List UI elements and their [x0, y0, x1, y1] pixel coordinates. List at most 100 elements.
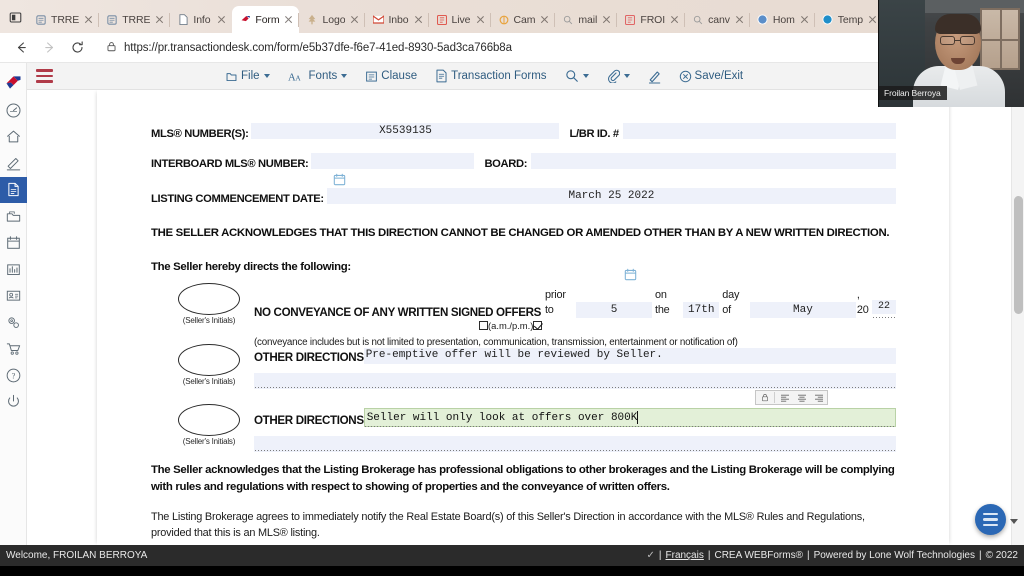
close-icon[interactable]	[669, 14, 680, 25]
sidebar-item-dashboard[interactable]	[0, 97, 27, 124]
browser-tab-title: TRRE	[122, 13, 151, 26]
toolbar-item-clause[interactable]: Clause	[365, 70, 417, 83]
browser-tab[interactable]: Inbo	[364, 6, 428, 33]
close-icon[interactable]	[734, 14, 745, 25]
sidebar-item-signature[interactable]	[0, 150, 27, 177]
board-label: BOARD:	[484, 158, 528, 170]
webcam-overlay[interactable]: Froilan Berroya	[878, 0, 1024, 107]
toolbar-item-file[interactable]: File	[225, 70, 270, 83]
commencement-date-field[interactable]: March 25 2022	[326, 188, 896, 204]
quick-menu-button[interactable]	[975, 504, 1006, 535]
toolbar-item-transaction-forms[interactable]: Transaction Forms	[435, 69, 547, 83]
browser-tab[interactable]: TRRE	[28, 6, 99, 33]
clause-1-on-the: on the	[655, 289, 670, 317]
seller-initials-oval-2[interactable]	[178, 344, 240, 376]
browser-tab[interactable]: canv	[684, 6, 750, 33]
close-icon[interactable]	[799, 14, 810, 25]
lbr-id-field[interactable]	[622, 123, 896, 139]
chevron-down-icon[interactable]	[263, 74, 270, 78]
seller-initials-caption-1: (Seller's Initials)	[182, 316, 236, 325]
clause-1-month-field[interactable]: May	[749, 301, 856, 318]
close-icon[interactable]	[601, 14, 612, 25]
close-icon[interactable]	[475, 14, 486, 25]
chevron-down-icon[interactable]	[341, 74, 348, 78]
sidebar-item-contacts[interactable]	[0, 283, 27, 310]
status-sep-4: |	[978, 550, 982, 561]
close-icon[interactable]	[283, 14, 294, 25]
toolbar-item-attachment[interactable]	[607, 69, 630, 83]
clause-2-field[interactable]: Pre-emptive offer will be reviewed by Se…	[363, 348, 896, 364]
mls-number-field[interactable]: X5539135	[251, 123, 560, 139]
align-center-icon[interactable]	[793, 391, 810, 404]
clause-1-day-field[interactable]: 17th	[683, 301, 720, 318]
sidebar-item-calendar[interactable]	[0, 230, 27, 257]
browser-tab[interactable]: TRRE	[98, 6, 170, 33]
document-viewport[interactable]: MLS® NUMBER(S): X5539135 L/BR ID. # INTE…	[27, 90, 1024, 545]
notify-board-paragraph: The Listing Brokerage agrees to immediat…	[151, 511, 865, 539]
calendar-icon[interactable]	[624, 268, 637, 286]
sidebar-item-forms[interactable]	[0, 176, 27, 203]
lock-icon[interactable]	[756, 391, 773, 404]
sidebar-item-logout[interactable]	[0, 389, 27, 416]
language-link[interactable]: Français	[666, 550, 704, 561]
clause-1-time-field[interactable]: 5	[576, 301, 652, 318]
browser-tab[interactable]: Hom	[748, 6, 815, 33]
svg-text:A: A	[295, 73, 301, 82]
scrollbar-thumb[interactable]	[1014, 196, 1023, 314]
browser-tab[interactable]: mail	[554, 6, 617, 33]
diamond-logo-icon[interactable]	[0, 67, 27, 97]
sidebar-item-home[interactable]	[0, 124, 27, 151]
close-icon[interactable]	[413, 14, 424, 25]
document-scrollbar[interactable]	[1011, 90, 1024, 545]
browser-tab-title: canv	[708, 13, 730, 26]
copyright-label: © 2022	[985, 550, 1018, 561]
interboard-field[interactable]	[311, 153, 475, 169]
close-icon[interactable]	[216, 14, 227, 25]
browser-tab[interactable]: Live	[427, 6, 491, 33]
clause-1-year-field[interactable]: 22	[872, 299, 896, 314]
am-checkbox[interactable]	[479, 320, 488, 330]
seller-initials-oval-1[interactable]	[178, 283, 240, 315]
fab-caret-icon[interactable]	[1010, 519, 1018, 524]
seller-initials-oval-3[interactable]	[178, 404, 240, 436]
close-icon[interactable]	[539, 14, 550, 25]
tab-list-icon[interactable]	[2, 4, 28, 30]
align-right-icon[interactable]	[810, 391, 827, 404]
sidebar-item-reports[interactable]	[0, 256, 27, 283]
sidebar-item-help[interactable]: ?	[0, 362, 27, 389]
browser-tab[interactable]: Logo	[298, 6, 365, 33]
browser-tab[interactable]: Info	[169, 6, 232, 33]
back-arrow-icon[interactable]	[8, 35, 34, 61]
sidebar-item-store[interactable]	[0, 336, 27, 363]
browser-tab[interactable]: Temp	[813, 6, 883, 33]
pm-checkbox[interactable]	[533, 320, 543, 330]
browser-tab[interactable]: Form	[232, 6, 300, 33]
reload-icon[interactable]	[64, 35, 90, 61]
hamburger-menu[interactable]	[36, 69, 53, 83]
chevron-down-icon[interactable]	[623, 74, 630, 78]
transaction-forms-icon	[435, 69, 448, 83]
board-field[interactable]	[531, 153, 896, 169]
close-icon[interactable]	[83, 14, 94, 25]
toolbar-item-fonts[interactable]: A A Fonts	[288, 70, 348, 83]
sidebar-item-settings[interactable]	[0, 309, 27, 336]
toolbar-item-zoom[interactable]	[565, 69, 589, 83]
align-left-icon[interactable]	[776, 391, 793, 404]
mls-number-label: MLS® NUMBER(S):	[151, 128, 249, 140]
transactiondesk-icon	[239, 14, 251, 26]
sidebar-item-files[interactable]	[0, 203, 27, 230]
browser-tab[interactable]: FROI	[616, 6, 685, 33]
browser-tab[interactable]: Cam	[489, 6, 556, 33]
toolbar-item-label: Transaction Forms	[451, 70, 547, 82]
close-icon[interactable]	[154, 14, 165, 25]
chevron-down-icon[interactable]	[582, 74, 589, 78]
browser-tab-title: Live	[451, 13, 471, 26]
toolbar-item-signature-pen[interactable]	[648, 69, 661, 84]
toolbar-item-save-exit[interactable]: Save/Exit	[679, 70, 743, 83]
address-bar[interactable]: https://pr.transactiondesk.com/form/e5b3…	[98, 36, 990, 60]
browser-tab-title: Info	[193, 13, 211, 26]
close-icon[interactable]	[349, 14, 360, 25]
screen: TRRE TRRE Info Form Logo Inbo Live Cam mail FROI c…	[0, 0, 1024, 576]
forward-arrow-icon[interactable]	[36, 35, 62, 61]
close-icon[interactable]	[867, 14, 878, 25]
